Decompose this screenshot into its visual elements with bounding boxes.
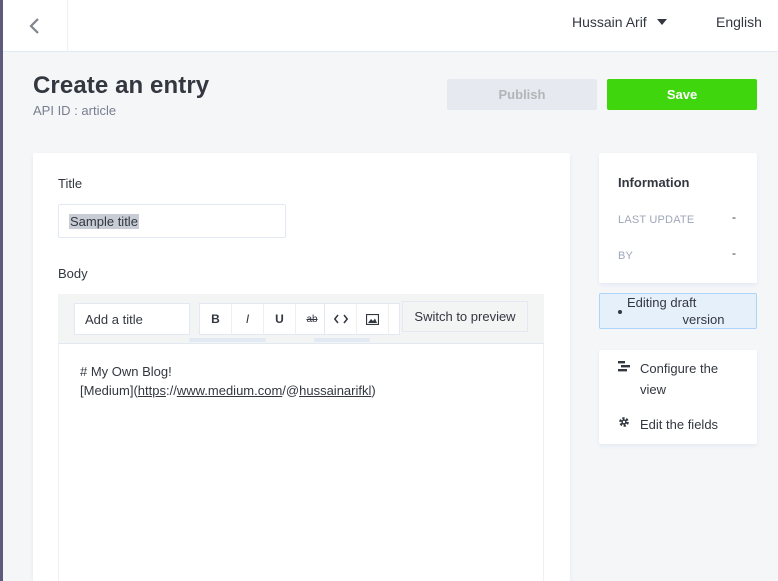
api-id-subtitle: API ID : article	[33, 103, 117, 118]
italic-button[interactable]: I	[232, 304, 264, 334]
gear-icon	[618, 414, 640, 435]
more-button[interactable]	[389, 304, 399, 334]
editor-line-1: # My Own Blog!	[80, 364, 172, 379]
link-suffix: )	[371, 383, 376, 398]
heading-select[interactable]: Add a title	[74, 303, 190, 335]
side-actions-card: Configure the view Edit the fields	[599, 350, 757, 444]
draft-line-1: Editing draft	[627, 295, 697, 310]
edit-fields-label: Edit the fields	[640, 417, 719, 432]
toolbar-scrollbar-1	[189, 338, 266, 342]
title-input-value: Sample title	[69, 213, 139, 229]
user-name: Hussain Arif	[572, 14, 647, 30]
underline-button[interactable]: U	[264, 304, 296, 334]
status-dot	[618, 310, 622, 314]
information-card: Information LAST UPDATE - BY -	[599, 153, 757, 283]
link-sep: /@	[282, 383, 300, 398]
by-value: -	[732, 246, 736, 260]
insert-button-group	[324, 303, 400, 335]
image-button[interactable]	[357, 304, 389, 334]
draft-status-text: Editing draft version	[627, 294, 752, 328]
save-button[interactable]: Save	[607, 79, 757, 110]
draft-status-badge: Editing draft version	[599, 293, 757, 329]
draft-line-2: version	[682, 312, 725, 327]
image-icon	[366, 313, 379, 325]
left-sidebar-edge	[0, 0, 3, 581]
link-scheme: https	[137, 383, 166, 398]
title-input[interactable]: Sample title	[58, 204, 286, 238]
title-field-label: Title	[58, 176, 83, 191]
publish-button[interactable]: Publish	[447, 79, 597, 110]
page-title: Create an entry	[33, 72, 210, 99]
top-bar: Hussain Arif English	[3, 0, 778, 52]
toolbar-scrollbar-2	[314, 338, 370, 342]
by-label: BY	[618, 250, 634, 262]
last-update-label: LAST UPDATE	[618, 214, 695, 226]
layout-icon	[618, 358, 640, 400]
code-icon	[333, 314, 348, 324]
body-field-label: Body	[58, 266, 88, 281]
link-sep: ://	[165, 383, 177, 398]
link-prefix: [Medium](	[80, 383, 138, 398]
back-button[interactable]	[3, 0, 68, 52]
user-menu[interactable]: Hussain Arif	[572, 0, 667, 44]
code-button[interactable]	[325, 304, 357, 334]
language-selector[interactable]: English	[716, 0, 762, 44]
link-host: www.medium.com	[176, 383, 283, 398]
format-button-group: B I U ab	[199, 303, 329, 335]
switch-to-preview-button[interactable]: Switch to preview	[402, 301, 528, 332]
editor-toolbar: Add a title B I U ab Switch to preview	[58, 294, 544, 344]
information-title: Information	[618, 175, 690, 190]
caret-down-icon	[656, 19, 667, 25]
link-user: hussainarifkl	[299, 383, 372, 398]
configure-view-link[interactable]: Configure the view	[618, 358, 740, 400]
editor-line-2: [Medium](https://www.medium.com/@hussain…	[80, 381, 522, 400]
chevron-left-icon	[29, 18, 39, 34]
markdown-editor[interactable]: # My Own Blog! [Medium](https://www.medi…	[58, 344, 544, 581]
bold-button[interactable]: B	[200, 304, 232, 334]
edit-fields-link[interactable]: Edit the fields	[618, 414, 718, 435]
entry-form-card: Title Sample title Body Add a title B I …	[33, 153, 570, 581]
last-update-value: -	[732, 210, 736, 224]
configure-view-label: Configure the view	[640, 361, 719, 397]
